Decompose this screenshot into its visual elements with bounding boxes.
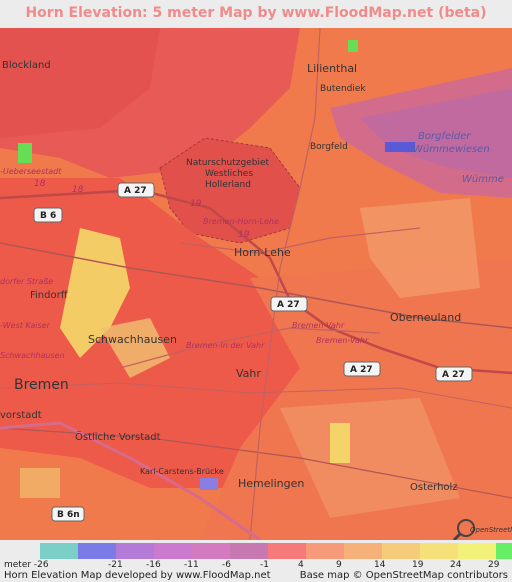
place-label: Borgfeld — [310, 142, 348, 152]
legend-unit-label: meter -26 — [4, 560, 49, 570]
legend-value-label: 29 — [488, 560, 500, 570]
road-label: -West Kaiser — [0, 321, 51, 330]
legend-swatch — [192, 543, 230, 559]
svg-text:A 27: A 27 — [350, 365, 373, 375]
legend-swatch — [78, 543, 116, 559]
water-label: Wümmewiesen — [413, 144, 490, 155]
svg-text:A 27: A 27 — [277, 300, 300, 310]
road-shield: A 27 — [117, 182, 155, 198]
road-shield: A 27 — [270, 296, 308, 312]
route-number: 18 — [72, 185, 84, 195]
legend-value-label: -16 — [146, 560, 161, 570]
legend-value-label: -6 — [222, 560, 231, 570]
water-label: Borgfelder — [418, 131, 471, 142]
legend-swatch — [458, 543, 496, 559]
route-number: 18 — [34, 179, 46, 189]
legend-value-label: -21 — [108, 560, 123, 570]
legend-swatch — [116, 543, 154, 559]
elevation-map[interactable]: Blockland Lilienthal Butendiek Borgfeld … — [0, 28, 512, 540]
svg-text:OpenStreetMap: OpenStreetMap — [470, 526, 512, 534]
svg-text:B 6: B 6 — [40, 211, 56, 221]
road-shield: B 6n — [51, 506, 85, 522]
road-label: Bremen-Vahr — [292, 321, 345, 330]
place-label: Hollerland — [205, 180, 251, 190]
place-label: Bremen — [14, 377, 69, 393]
svg-text:A 27: A 27 — [442, 370, 465, 380]
svg-text:B 6n: B 6n — [57, 510, 80, 520]
footer-credit: Horn Elevation Map developed by www.Floo… — [4, 570, 271, 581]
road-shield: A 27 — [435, 366, 473, 382]
road-label: Schwachhausen — [0, 351, 65, 360]
place-label: Findorff — [30, 290, 69, 301]
legend-value-label: -1 — [260, 560, 269, 570]
place-label: Blockland — [2, 60, 51, 71]
road-label: Bremen-In der Vahr — [186, 341, 265, 350]
route-number: 19 — [190, 199, 202, 209]
yellow-patch-sw — [20, 468, 60, 498]
svg-text:A 27: A 27 — [124, 186, 147, 196]
water-label: Wümme — [462, 174, 504, 185]
legend-swatch — [154, 543, 192, 559]
road-label: dorfer Straße — [0, 277, 53, 286]
legend-swatch — [40, 543, 78, 559]
water-patch-south — [200, 478, 218, 490]
legend-swatch — [268, 543, 306, 559]
legend-bar — [40, 543, 512, 559]
legend-value-label: 14 — [374, 560, 386, 570]
legend-value-label: 24 — [450, 560, 462, 570]
road-shield: B 6 — [33, 207, 63, 223]
green-patch-ne — [348, 40, 358, 52]
legend-swatch — [344, 543, 382, 559]
page-title: Horn Elevation: 5 meter Map by www.Flood… — [0, 0, 512, 28]
place-label: Lilienthal — [307, 62, 357, 75]
place-label: vorstadt — [0, 410, 42, 421]
place-label: Oberneuland — [390, 311, 461, 324]
green-patch-nw — [18, 143, 32, 163]
place-label: Vahr — [236, 367, 261, 380]
water-patch-borgfeld — [385, 142, 415, 152]
place-label: Naturschutzgebiet — [186, 158, 269, 168]
legend-value-label: 9 — [336, 560, 342, 570]
place-label: Karl-Carstens-Brücke — [140, 467, 224, 476]
road-label: -Ueberseestadt — [0, 167, 62, 176]
legend-swatch — [230, 543, 268, 559]
yellow-patch-south — [330, 423, 350, 463]
footer-attribution: Base map © OpenStreetMap contributors — [299, 570, 508, 581]
road-label: Bremen-Vahr — [316, 336, 369, 345]
legend-value-label: -11 — [184, 560, 199, 570]
road-label: Bremen-Horn-Lehe — [203, 217, 279, 226]
place-label: Westliches — [205, 169, 253, 179]
legend-swatch — [496, 543, 512, 559]
road-shield: A 27 — [343, 361, 381, 377]
place-label: Horn-Lehe — [234, 246, 291, 259]
place-label: Hemelingen — [238, 477, 304, 490]
route-number: 19 — [238, 230, 250, 240]
legend-swatch — [306, 543, 344, 559]
place-label: Schwachhausen — [88, 333, 177, 346]
legend-value-label: 4 — [298, 560, 304, 570]
place-label: Osterholz — [410, 482, 458, 493]
place-label: Butendiek — [320, 84, 366, 94]
legend-swatch — [382, 543, 420, 559]
legend-value-label: 19 — [412, 560, 424, 570]
place-label: Östliche Vorstadt — [75, 430, 161, 443]
legend-swatch — [420, 543, 458, 559]
